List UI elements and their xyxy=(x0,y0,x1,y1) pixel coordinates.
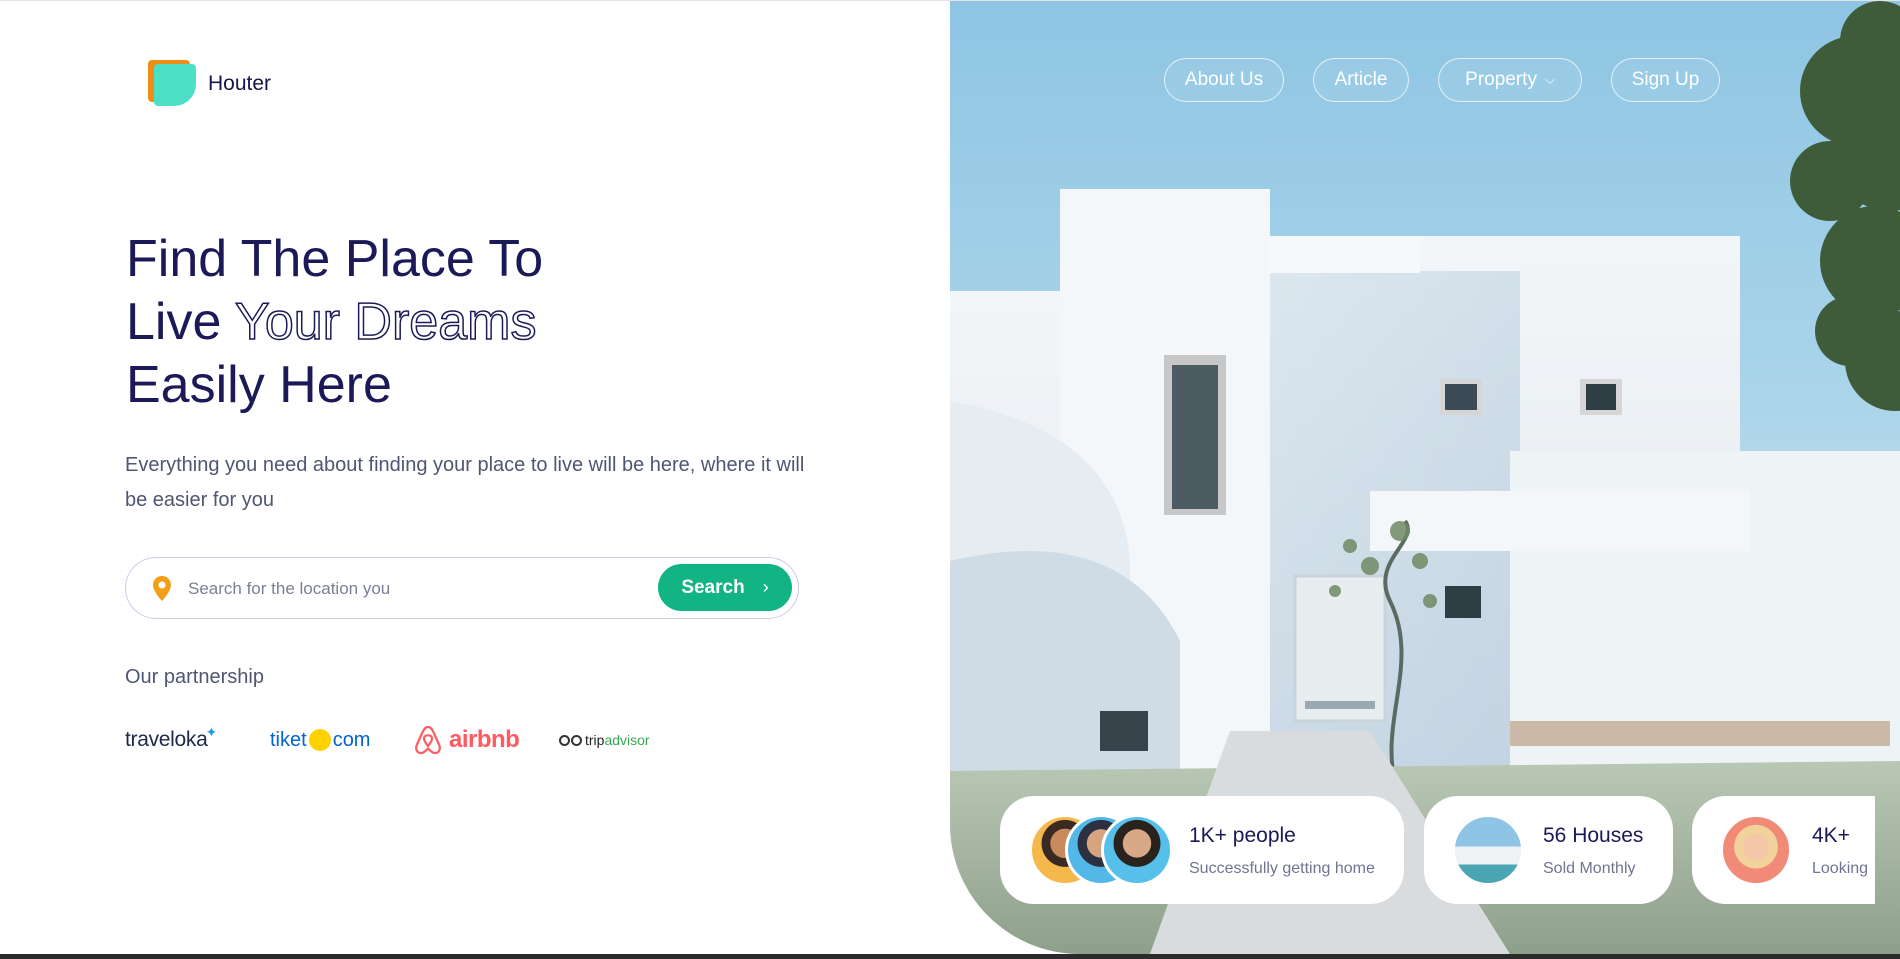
location-pin-icon xyxy=(153,576,171,601)
stat-value-people: 1K+ people xyxy=(1189,824,1296,847)
chevron-right-icon: › xyxy=(762,577,769,597)
airbnb-wordmark: airbnb xyxy=(449,726,520,753)
airbnb-icon xyxy=(415,725,441,755)
chevron-down-icon: ⌵ xyxy=(1544,72,1555,87)
traveloka-wordmark: traveloka xyxy=(125,728,208,751)
partner-traveloka[interactable]: traveloka ✦ xyxy=(125,722,217,758)
partner-tiket[interactable]: tiket com xyxy=(270,722,370,758)
nav-article-label: Article xyxy=(1334,69,1388,90)
nav-property-label: Property xyxy=(1465,69,1537,90)
nav-sign-up-label: Sign Up xyxy=(1631,69,1700,90)
brand-logo[interactable]: Houter xyxy=(148,60,271,108)
stat-label-people: Successfully getting home xyxy=(1189,860,1375,877)
location-search-input[interactable] xyxy=(186,572,520,606)
hero-headline: Find The Place To Live Your Dreams Easil… xyxy=(126,228,543,417)
traveloka-bird-icon: ✦ xyxy=(205,723,218,740)
headline-line-3: Easily Here xyxy=(126,356,392,414)
nav-about-us[interactable]: About Us xyxy=(1164,58,1284,102)
stat-value-houses: 56 Houses xyxy=(1543,824,1644,847)
nav-sign-up[interactable]: Sign Up xyxy=(1611,58,1720,102)
location-search-bar: Search › xyxy=(125,557,799,619)
avatar-house-thumbnail xyxy=(1452,814,1524,886)
partner-tripadvisor[interactable]: trip advisor xyxy=(559,722,650,758)
partnership-title: Our partnership xyxy=(125,666,264,688)
stat-card-people: 1K+ people Successfully getting home xyxy=(1000,796,1404,904)
brand-name: Houter xyxy=(208,72,272,95)
stat-label-houses: Sold Monthly xyxy=(1543,860,1636,877)
search-button-label: Search xyxy=(681,576,745,598)
headline-outline-text: Your Dreams xyxy=(234,292,537,352)
avatar-person-3 xyxy=(1101,814,1173,886)
headline-line-2-prefix: Live xyxy=(126,293,235,351)
tripadvisor-wordmark-dark: trip xyxy=(585,732,605,748)
nav-property-dropdown[interactable]: Property ⌵ xyxy=(1438,58,1582,102)
avatar-person-4 xyxy=(1720,814,1792,886)
nav-about-us-label: About Us xyxy=(1184,69,1264,90)
headline-line-1: Find The Place To xyxy=(126,230,544,288)
stat-card-looking: 4K+ Looking xyxy=(1692,796,1875,904)
stat-label-looking: Looking xyxy=(1812,860,1869,877)
hero-subtext: Everything you need about finding your p… xyxy=(125,454,805,511)
logo-mark-icon xyxy=(148,60,196,108)
stat-card-houses: 56 Houses Sold Monthly xyxy=(1424,796,1673,904)
partner-airbnb[interactable]: airbnb xyxy=(413,722,520,758)
tiket-wordmark-right: com xyxy=(332,728,371,751)
search-button[interactable]: Search › xyxy=(658,564,792,611)
tripadvisor-owl-icon xyxy=(559,734,582,746)
tiket-wordmark-left: tiket xyxy=(270,728,307,751)
tripadvisor-wordmark-light: advisor xyxy=(604,732,650,748)
nav-article[interactable]: Article xyxy=(1313,58,1409,102)
bottom-bar xyxy=(0,954,1900,959)
stat-value-looking: 4K+ xyxy=(1812,824,1850,847)
tiket-dot-icon xyxy=(308,729,331,751)
hero-house-image: About Us Article Property ⌵ Sign Up 1K+ … xyxy=(950,1,1900,954)
